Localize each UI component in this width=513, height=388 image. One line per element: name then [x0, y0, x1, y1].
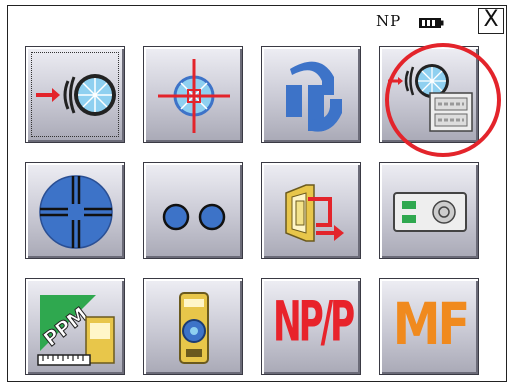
device-screen: NP X PPM NP/P MF — [7, 5, 507, 382]
storage-device-icon — [393, 192, 467, 232]
prism-tile[interactable] — [143, 278, 243, 375]
function-grid: PPM NP/P MF — [25, 46, 495, 376]
swap-arrows-icon — [286, 61, 342, 132]
edm-signal-prism-icon — [36, 74, 116, 116]
export-arrow-icon — [285, 184, 344, 242]
export-tile[interactable] — [261, 162, 361, 259]
swap-tile[interactable] — [261, 46, 361, 143]
np-p-tile[interactable]: NP/P — [261, 278, 361, 375]
ppm-tile[interactable]: PPM — [25, 278, 125, 375]
dots-tile[interactable] — [143, 162, 243, 259]
target-tile[interactable] — [143, 46, 243, 143]
mf-label: MF — [392, 291, 471, 359]
reticle-icon — [39, 175, 113, 249]
storage-tile[interactable] — [379, 162, 479, 259]
battery-icon — [419, 18, 444, 28]
np-p-label: NP/P — [273, 290, 355, 355]
ppm-ruler-icon: PPM — [37, 295, 115, 366]
mode-label: NP — [376, 12, 402, 30]
mf-tile[interactable]: MF — [379, 278, 479, 375]
two-dots-icon — [162, 203, 226, 231]
edm-signal-keypad-icon — [388, 64, 473, 132]
edm-memory-tile[interactable] — [379, 46, 479, 143]
status-bar: NP X — [376, 6, 506, 36]
reticle-tile[interactable] — [25, 162, 125, 259]
edm-measure-tile[interactable] — [25, 46, 125, 143]
crosshair-target-icon — [158, 59, 230, 133]
close-button[interactable]: X — [478, 8, 504, 34]
prism-holder-icon — [179, 292, 209, 364]
